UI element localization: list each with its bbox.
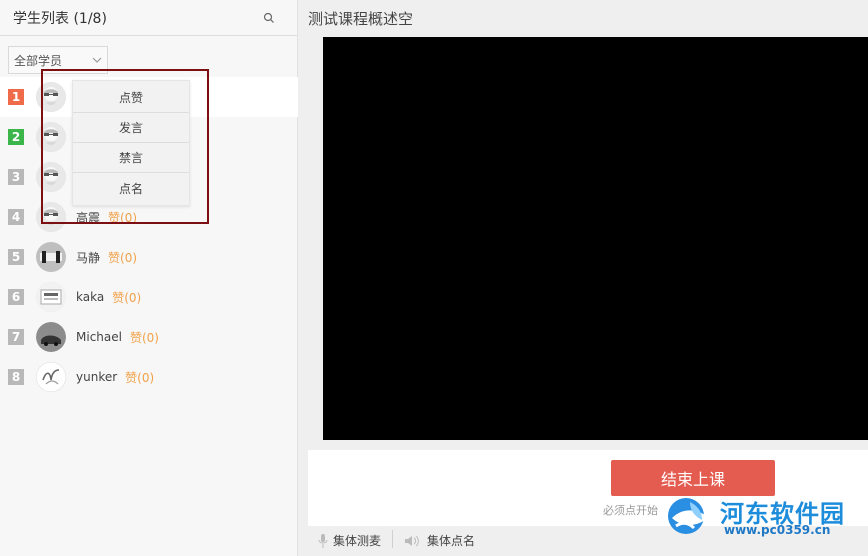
- course-title: 测试课程概述空: [308, 10, 414, 28]
- group-rollcall-label: 集体点名: [427, 534, 476, 548]
- student-list-header: 学生列表 (1/8): [0, 0, 297, 36]
- student-number-badge: 8: [8, 369, 24, 385]
- context-menu-item[interactable]: 发言: [73, 113, 189, 143]
- bottom-bar-divider: [392, 530, 393, 548]
- student-row[interactable]: 7 Michael 赞(0): [0, 317, 298, 357]
- student-name: Michael: [76, 330, 122, 344]
- speaker-icon: [404, 534, 422, 548]
- student-number-badge: 1: [8, 89, 24, 105]
- chevron-down-icon: [91, 54, 103, 66]
- avatar-glasses-icon: [36, 122, 66, 152]
- avatar-photo-icon: [36, 242, 66, 272]
- mic-test-button[interactable]: 集体测麦: [318, 532, 381, 549]
- mic-test-label: 集体测麦: [333, 534, 382, 548]
- bottom-action-bar: [298, 526, 868, 556]
- student-filter-label: 全部学员: [14, 53, 63, 68]
- microphone-icon: [318, 533, 328, 549]
- student-context-menu: 点赞 发言 禁言 点名: [72, 80, 190, 206]
- student-number-badge: 4: [8, 209, 24, 225]
- end-class-button[interactable]: 结束上课: [611, 460, 775, 496]
- student-name: yunker: [76, 370, 118, 384]
- student-like-count: 赞(0): [112, 290, 142, 305]
- group-rollcall-button[interactable]: 集体点名: [404, 532, 475, 549]
- class-control-area: [308, 450, 868, 532]
- student-like-count: 赞(0): [129, 330, 159, 345]
- classroom-app: 学生列表 (1/8) 全部学员 1 2 3 4 高震 赞(0) 5 马静 赞(0) 6 kaka 赞(…: [0, 0, 868, 556]
- student-number-badge: 2: [8, 129, 24, 145]
- student-list-panel: 学生列表 (1/8) 全部学员 1 2 3 4 高震 赞(0) 5 马静 赞(0) 6 kaka 赞(…: [0, 0, 298, 556]
- context-menu-item[interactable]: 点赞: [73, 83, 189, 113]
- student-like-count: 赞(0): [108, 210, 138, 225]
- student-number-badge: 7: [8, 329, 24, 345]
- student-number-badge: 3: [8, 169, 24, 185]
- student-row[interactable]: 8 yunker 赞(0): [0, 357, 298, 397]
- class-main-panel: 测试课程概述空 结束上课 必须点开始 集体测麦 集体点名: [298, 0, 868, 556]
- student-number-badge: 6: [8, 289, 24, 305]
- context-menu-item[interactable]: 点名: [73, 173, 189, 203]
- student-list-title: 学生列表 (1/8): [13, 10, 107, 27]
- avatar-glasses-icon: [36, 202, 66, 232]
- student-row[interactable]: 5 马静 赞(0): [0, 237, 298, 277]
- student-like-count: 赞(0): [108, 250, 138, 265]
- avatar-device-icon: [36, 282, 66, 312]
- student-like-count: 赞(0): [125, 370, 155, 385]
- avatar-glasses-icon: [36, 162, 66, 192]
- student-filter-select[interactable]: 全部学员: [8, 46, 108, 74]
- student-name: 马静: [76, 250, 101, 265]
- student-name: 高震: [76, 210, 101, 225]
- avatar-glasses-icon: [36, 82, 66, 112]
- end-class-note: 必须点开始: [603, 504, 658, 517]
- student-row[interactable]: 6 kaka 赞(0): [0, 277, 298, 317]
- context-menu-item[interactable]: 禁言: [73, 143, 189, 173]
- filter-row: 全部学员: [0, 36, 297, 76]
- avatar-car-icon: [36, 322, 66, 352]
- avatar-signature-icon: [36, 362, 66, 392]
- student-name: kaka: [76, 290, 105, 304]
- search-icon[interactable]: [261, 10, 277, 26]
- video-area: [323, 37, 868, 440]
- student-number-badge: 5: [8, 249, 24, 265]
